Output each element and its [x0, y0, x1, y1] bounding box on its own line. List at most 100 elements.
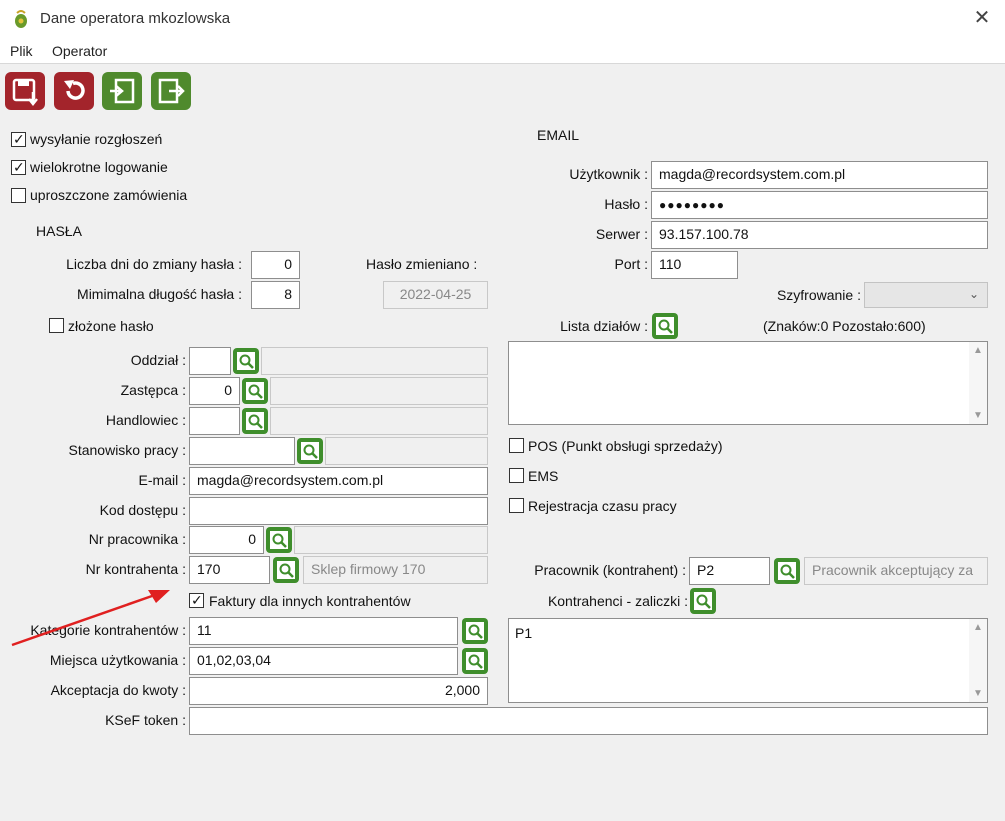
access-code-input[interactable]	[189, 497, 488, 525]
ems-label: EMS	[528, 468, 559, 484]
email-input[interactable]: magda@recordsystem.com.pl	[189, 467, 488, 495]
email-label: E-mail :	[138, 472, 186, 488]
salesman-input[interactable]	[189, 407, 240, 435]
places-input[interactable]: 01,02,03,04	[189, 647, 458, 675]
scroll-up-icon[interactable]: ▲	[973, 622, 983, 633]
workstation-lookup-button[interactable]	[297, 438, 323, 464]
multiple-login-checkbox[interactable]: ✓	[11, 159, 26, 175]
contractor-lookup-button[interactable]	[273, 557, 299, 583]
advances-contractors-label: Kontrahenci - zaliczki :	[547, 593, 688, 609]
search-icon	[466, 652, 484, 670]
employee-contractor-input[interactable]: P2	[689, 557, 770, 585]
ksef-token-input[interactable]	[189, 707, 988, 735]
app-logo-icon	[15, 10, 27, 28]
places-lookup-button[interactable]	[462, 648, 488, 674]
logout-icon	[158, 78, 185, 104]
days-to-change-label: Liczba dni do zmiany hasła :	[66, 256, 242, 272]
menu-item-plik[interactable]: Plik	[10, 43, 33, 59]
substitute-name-field	[270, 377, 488, 405]
workstation-input[interactable]	[189, 437, 295, 465]
employee-contractor-lookup-button[interactable]	[774, 558, 800, 584]
categories-lookup-button[interactable]	[462, 618, 488, 644]
departments-counter: (Znaków:0 Pozostało:600)	[763, 318, 926, 334]
branch-lookup-button[interactable]	[233, 348, 259, 374]
days-to-change-input[interactable]: 0	[251, 251, 300, 279]
simplified-orders-checkbox[interactable]	[11, 188, 26, 203]
invoices-other-contractors-label: Faktury dla innych kontrahentów	[209, 593, 411, 609]
pos-checkbox[interactable]	[509, 438, 524, 453]
complex-password-checkbox[interactable]	[49, 318, 64, 333]
advances-lookup-button[interactable]	[690, 588, 716, 614]
salesman-name-field	[270, 407, 488, 435]
accept-amount-input[interactable]: 2,000	[189, 677, 488, 705]
email-server-label: Serwer :	[595, 226, 648, 242]
search-icon	[270, 531, 288, 549]
search-icon	[301, 442, 319, 460]
contractor-no-input[interactable]: 170	[189, 556, 270, 584]
menu-bar: Plik Operator	[0, 38, 1005, 64]
login-icon	[110, 78, 135, 104]
salesman-label: Handlowiec :	[105, 412, 186, 428]
search-icon	[656, 317, 674, 335]
branch-name-field	[261, 347, 488, 375]
accepting-employee-field: Pracownik akceptujący za	[804, 557, 988, 585]
search-icon	[778, 562, 796, 580]
save-button[interactable]	[5, 72, 45, 110]
checkmark-icon: ✓	[191, 592, 203, 608]
advances-scrollbar[interactable]: ▲ ▼	[969, 619, 987, 702]
employee-no-input[interactable]: 0	[189, 526, 264, 554]
min-length-label: Mimimalna długość hasła :	[77, 286, 242, 302]
categories-label: Kategorie kontrahentów :	[30, 622, 186, 638]
accept-amount-label: Akceptacja do kwoty :	[50, 682, 186, 698]
scroll-down-icon[interactable]: ▼	[973, 410, 983, 421]
password-changed-label: Hasło zmieniano :	[366, 256, 478, 272]
scroll-down-icon[interactable]: ▼	[973, 688, 983, 699]
departments-lookup-button[interactable]	[652, 313, 678, 339]
workstation-name-field	[325, 437, 488, 465]
encryption-label: Szyfrowanie :	[776, 287, 861, 303]
email-port-input[interactable]: 110	[651, 251, 738, 279]
search-icon	[246, 412, 264, 430]
access-code-label: Kod dostępu :	[99, 502, 186, 518]
advances-text: P1	[515, 625, 533, 641]
multiple-login-label: wielokrotne logowanie	[30, 159, 168, 175]
search-icon	[246, 382, 264, 400]
ems-checkbox[interactable]	[509, 468, 524, 483]
salesman-lookup-button[interactable]	[242, 408, 268, 434]
employee-contractor-label: Pracownik (kontrahent) :	[534, 562, 686, 578]
invoices-other-contractors-checkbox[interactable]: ✓	[189, 592, 204, 608]
employee-no-lookup-button[interactable]	[266, 527, 292, 553]
password-changed-field: 2022-04-25	[383, 281, 488, 309]
login-button[interactable]	[102, 72, 142, 110]
time-registration-checkbox[interactable]	[509, 498, 524, 513]
pos-label: POS (Punkt obsługi sprzedaży)	[528, 438, 723, 454]
departments-scrollbar[interactable]: ▲ ▼	[969, 342, 987, 424]
scroll-up-icon[interactable]: ▲	[973, 345, 983, 356]
advances-textarea[interactable]: P1 ▲ ▼	[508, 618, 988, 703]
branch-input[interactable]	[189, 347, 231, 375]
email-user-input[interactable]: magda@recordsystem.com.pl	[651, 161, 988, 189]
checkmark-icon: ✓	[13, 131, 25, 147]
min-length-input[interactable]: 8	[251, 281, 300, 309]
substitute-lookup-button[interactable]	[242, 378, 268, 404]
employee-no-label: Nr pracownika :	[88, 531, 186, 547]
departments-textarea[interactable]: ▲ ▼	[508, 341, 988, 425]
sending-announcements-checkbox[interactable]: ✓	[11, 131, 26, 147]
email-section-title: EMAIL	[537, 127, 580, 143]
simplified-orders-label: uproszczone zamówienia	[30, 187, 188, 203]
undo-button[interactable]	[54, 72, 94, 110]
passwords-section-title: HASŁA	[36, 223, 82, 239]
search-icon	[694, 592, 712, 610]
logout-button[interactable]	[151, 72, 191, 110]
close-icon[interactable]: ✕	[970, 6, 994, 30]
menu-item-operator[interactable]: Operator	[52, 43, 107, 59]
email-server-input[interactable]: 93.157.100.78	[651, 221, 988, 249]
employee-name-field	[294, 526, 488, 554]
substitute-input[interactable]: 0	[189, 377, 240, 405]
time-registration-label: Rejestracja czasu pracy	[528, 498, 677, 514]
branch-label: Oddział :	[130, 352, 186, 368]
window-title: Dane operatora mkozlowska	[40, 10, 231, 27]
categories-input[interactable]: 11	[189, 617, 458, 645]
encryption-select[interactable]: ⌄	[864, 282, 988, 308]
email-password-input[interactable]: ●●●●●●●●	[651, 191, 988, 219]
